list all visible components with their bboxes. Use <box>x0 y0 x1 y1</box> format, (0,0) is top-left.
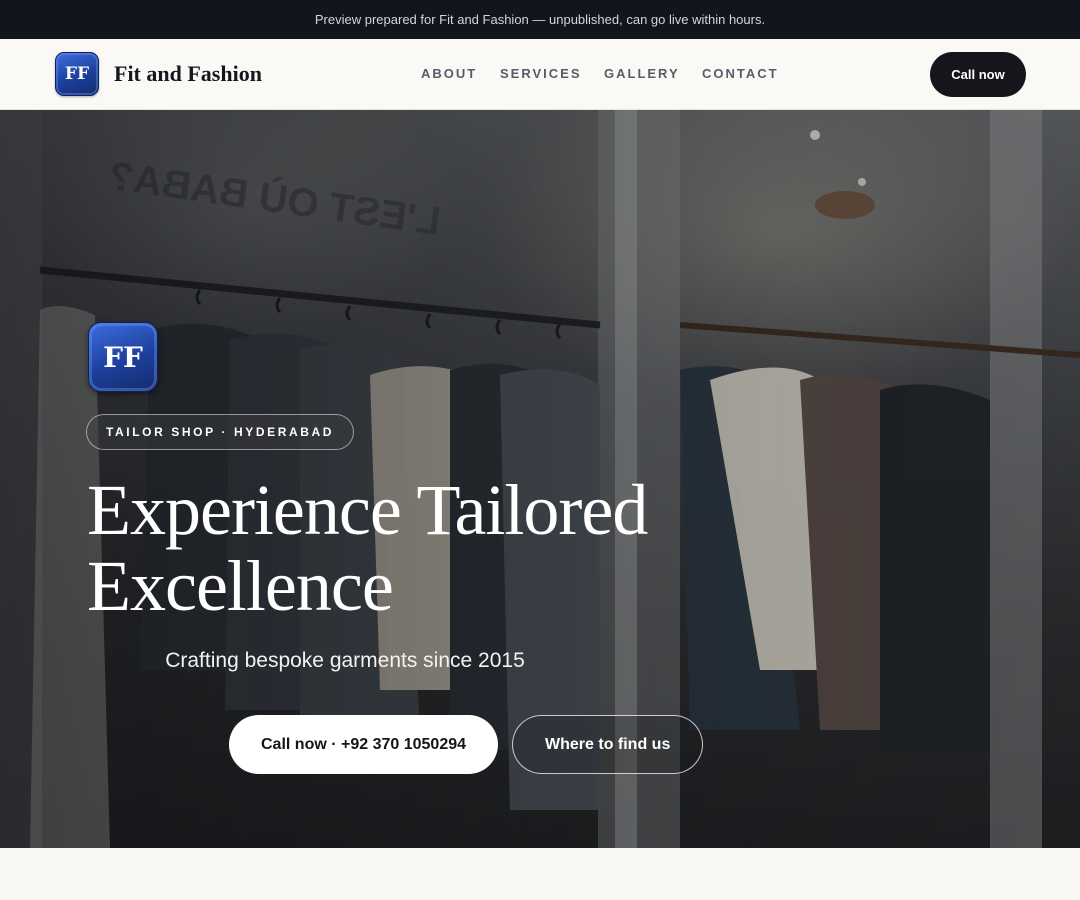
brand-logo-initials: FF <box>64 64 90 84</box>
site-header: FF Fit and Fashion ABOUT SERVICES GALLER… <box>0 39 1080 110</box>
hero-actions: Call now · +92 370 1050294 Where to find… <box>229 715 704 774</box>
hero-subtitle: Crafting bespoke garments since 2015 <box>165 649 525 672</box>
brand-name: Fit and Fashion <box>114 61 262 86</box>
hero-section: L'EST OÙ BABA? <box>0 110 1080 848</box>
hero-logo-initials: FF <box>103 340 143 374</box>
header-call-button[interactable]: Call now <box>930 52 1026 97</box>
brand[interactable]: FF Fit and Fashion <box>55 52 262 96</box>
hero-find-us-button[interactable]: Where to find us <box>512 715 704 774</box>
nav-link-services[interactable]: SERVICES <box>500 66 582 81</box>
nav-link-about[interactable]: ABOUT <box>421 66 477 81</box>
hero-title: Experience Tailored Excellence <box>87 472 807 624</box>
hero-title-line-1: Experience Tailored <box>87 470 648 550</box>
hero-logo-icon: FF <box>88 322 158 392</box>
nav-link-gallery[interactable]: GALLERY <box>604 66 680 81</box>
nav-link-contact[interactable]: CONTACT <box>702 66 779 81</box>
hero-location-tag: TAILOR SHOP · HYDERABAD <box>86 414 355 450</box>
preview-banner: Preview prepared for Fit and Fashion — u… <box>0 0 1080 39</box>
hero-call-button[interactable]: Call now · +92 370 1050294 <box>229 715 499 774</box>
preview-banner-text: Preview prepared for Fit and Fashion — u… <box>314 12 766 27</box>
brand-logo-icon: FF <box>55 52 99 96</box>
hero-title-line-2: Excellence <box>87 546 394 626</box>
